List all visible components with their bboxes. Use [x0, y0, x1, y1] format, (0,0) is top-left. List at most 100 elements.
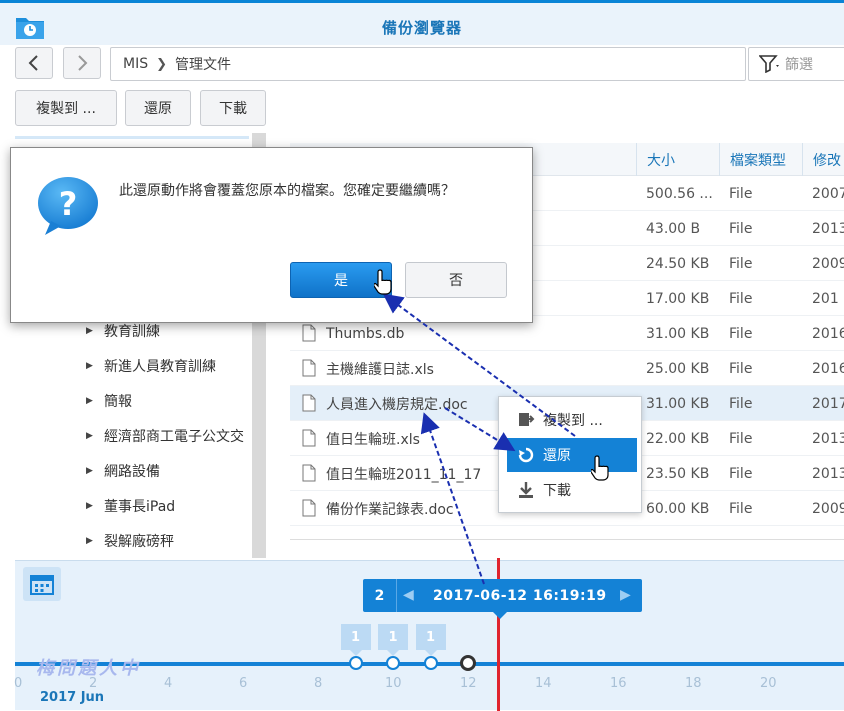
- file-size: 25.00 KB: [646, 360, 710, 377]
- no-button[interactable]: 否: [405, 262, 507, 298]
- restore-icon: [518, 447, 534, 463]
- svg-text:?: ?: [59, 185, 78, 223]
- file-type: File: [729, 290, 753, 307]
- file-modified: 2016: [812, 325, 844, 342]
- restore-button[interactable]: 還原: [125, 90, 191, 126]
- file-size: 24.50 KB: [646, 255, 710, 272]
- caret-right-icon: ▶: [86, 396, 93, 406]
- tree-item[interactable]: ▶ 簡報: [86, 391, 132, 411]
- confirm-dialog: ? 此還原動作將會覆蓋您原本的檔案。您確定要繼續嗎？ 是 否: [10, 147, 533, 323]
- caret-right-icon: ▶: [86, 326, 93, 336]
- title-bar: 備份瀏覽器: [0, 3, 844, 45]
- file-list-divider: [290, 539, 844, 540]
- dialog-message: 此還原動作將會覆蓋您原本的檔案。您確定要繼續嗎？: [119, 183, 455, 199]
- filter-input[interactable]: 篩選: [748, 47, 844, 81]
- file-modified: 2013: [812, 220, 844, 237]
- timeline-tick-label: 18: [685, 676, 702, 691]
- copy-to-button[interactable]: 複製到 ...: [15, 90, 117, 126]
- version-node[interactable]: [386, 656, 400, 670]
- caret-right-icon: ▶: [86, 431, 93, 441]
- file-name: 主機維護日誌.xls: [326, 361, 434, 378]
- calendar-icon: [30, 575, 54, 595]
- download-button[interactable]: 下載: [200, 90, 266, 126]
- file-modified: 2013: [812, 430, 844, 447]
- popup-pointer: [493, 612, 507, 619]
- version-count-bubble[interactable]: 1: [340, 624, 371, 656]
- context-menu-download[interactable]: 下載: [507, 473, 637, 507]
- timeline-tick-label: 16: [610, 676, 627, 691]
- timeline-tick-label: 0: [14, 676, 23, 691]
- breadcrumb[interactable]: MIS ❯ 管理文件: [110, 47, 746, 81]
- previous-version-icon[interactable]: ◀: [403, 587, 414, 603]
- timeline-tick-label: 4: [164, 676, 173, 691]
- context-menu-label: 還原: [543, 448, 571, 464]
- version-count-bubble[interactable]: 1: [415, 624, 446, 656]
- caret-right-icon: ▶: [86, 501, 93, 511]
- file-modified: 2016: [812, 360, 844, 377]
- column-header-modified[interactable]: 修改: [802, 143, 844, 176]
- file-type: File: [729, 325, 753, 342]
- hand-cursor-icon: [374, 269, 392, 295]
- navigation-bar: MIS ❯ 管理文件 篩選: [0, 45, 844, 83]
- file-icon: [302, 324, 316, 342]
- toolbar: 複製到 ... 還原 下載: [0, 88, 844, 128]
- caret-right-icon: ▶: [86, 536, 93, 546]
- question-icon: ?: [38, 177, 98, 235]
- selected-version-datetime: 2017-06-12 16:19:19: [433, 587, 607, 604]
- timeline-tick-label: 6: [239, 676, 248, 691]
- file-modified: 2009: [812, 255, 844, 272]
- hand-cursor-icon: [591, 455, 609, 481]
- column-header-size[interactable]: 大小: [636, 143, 719, 176]
- column-header-type[interactable]: 檔案類型: [719, 143, 802, 176]
- tree-item[interactable]: ▶ 新進人員教育訓練: [86, 356, 216, 376]
- context-menu-label: 下載: [543, 483, 571, 499]
- forward-button[interactable]: [63, 47, 101, 79]
- tree-item-label: 新進人員教育訓練: [104, 359, 216, 375]
- breadcrumb-item[interactable]: 管理文件: [175, 54, 231, 74]
- tree-item[interactable]: ▶ 教育訓練: [86, 321, 160, 341]
- version-count-bubble[interactable]: 1: [378, 624, 408, 656]
- version-count: 2: [363, 579, 397, 612]
- timeline-month: 2017 Jun: [40, 690, 105, 705]
- next-version-icon[interactable]: ▶: [620, 587, 631, 603]
- file-type: File: [729, 395, 753, 412]
- file-size: 43.00 B: [646, 220, 701, 237]
- caret-right-icon: ▶: [86, 361, 93, 371]
- table-row[interactable]: 主機維護日誌.xls 25.00 KB File 2016: [290, 351, 844, 386]
- context-menu-copy-to[interactable]: 複製到 ...: [507, 403, 637, 437]
- tree-item-label: 簡報: [104, 394, 132, 410]
- file-modified: 2017: [812, 395, 844, 412]
- file-icon: [302, 394, 316, 412]
- download-icon: [519, 482, 533, 498]
- timeline-tick-label: 14: [535, 676, 552, 691]
- tree-selected-highlight: [15, 136, 249, 139]
- file-modified: 2009: [812, 500, 844, 517]
- file-type: File: [729, 500, 753, 517]
- back-button[interactable]: [15, 47, 53, 79]
- funnel-icon: [759, 55, 779, 73]
- context-menu-label: 複製到 ...: [543, 413, 603, 429]
- file-type: File: [729, 360, 753, 377]
- tree-item-label: 教育訓練: [104, 324, 160, 340]
- tree-item[interactable]: ▶ 董事長iPad: [86, 496, 175, 516]
- timeline-tick-label: 2: [89, 676, 98, 691]
- chevron-right-icon: [78, 55, 88, 71]
- tree-item[interactable]: ▶ 裂解廠磅秤: [86, 531, 174, 551]
- tree-item[interactable]: ▶ 網路設備: [86, 461, 160, 481]
- context-menu-restore[interactable]: 還原: [507, 438, 637, 472]
- copy-to-icon: [519, 413, 535, 426]
- timeline-tick-label: 8: [314, 676, 323, 691]
- file-icon: [302, 464, 316, 482]
- file-type: File: [729, 430, 753, 447]
- selected-version-node[interactable]: [460, 655, 476, 671]
- version-node[interactable]: [348, 656, 363, 670]
- calendar-button[interactable]: [23, 567, 61, 601]
- file-size: 17.00 KB: [646, 290, 710, 307]
- tree-item[interactable]: ▶ 經濟部商工電子公文交: [86, 426, 244, 446]
- version-node[interactable]: [423, 656, 438, 670]
- file-size: 500.56 ...: [646, 185, 713, 202]
- tree-item-label: 董事長iPad: [104, 499, 176, 515]
- breadcrumb-item[interactable]: MIS: [123, 56, 148, 72]
- file-modified: 2013: [812, 465, 844, 482]
- file-size: 31.00 KB: [646, 325, 710, 342]
